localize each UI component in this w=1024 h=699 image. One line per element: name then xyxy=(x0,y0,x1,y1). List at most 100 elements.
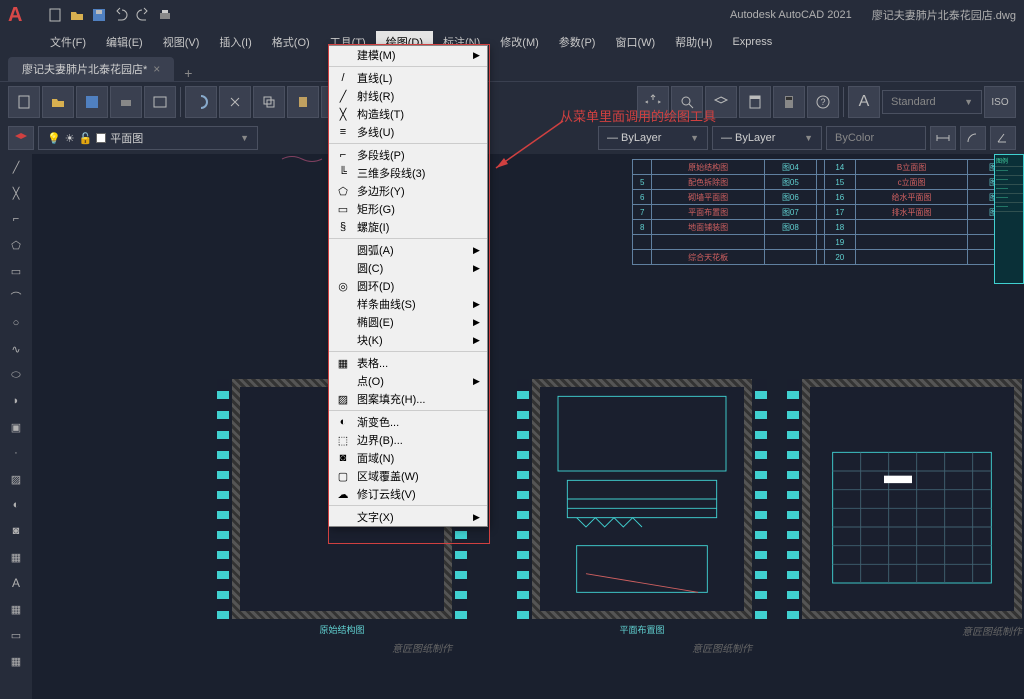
undo-icon[interactable] xyxy=(112,6,130,24)
menu-item-椭圆[interactable]: 椭圆(E)▶ xyxy=(329,313,487,331)
menu-item-边界...[interactable]: ⬚边界(B)... xyxy=(329,431,487,449)
menu-modify[interactable]: 修改(M) xyxy=(490,31,549,53)
dim-arc-button[interactable] xyxy=(960,126,986,150)
layer-select[interactable]: 💡 ☀ 🔓 平面图 ▼ xyxy=(38,126,258,150)
menu-insert[interactable]: 插入(I) xyxy=(209,31,261,53)
menu-item-构造线[interactable]: ╳构造线(T) xyxy=(329,105,487,123)
menu-item-渐变色...[interactable]: ◐渐变色... xyxy=(329,413,487,431)
ellipse-icon[interactable]: ⬭ xyxy=(0,362,32,388)
layers-button[interactable] xyxy=(705,86,737,118)
help-button[interactable]: ? xyxy=(807,86,839,118)
menu-item-直线[interactable]: /直线(L) xyxy=(329,69,487,87)
polygon-icon[interactable]: ⬠ xyxy=(0,232,32,258)
mapicon[interactable]: ▦ xyxy=(0,596,32,622)
menu-view[interactable]: 视图(V) xyxy=(153,31,210,53)
menu-item-图案填充...[interactable]: ▨图案填充(H)... xyxy=(329,390,487,408)
menu-item-表格...[interactable]: ▦表格... xyxy=(329,354,487,372)
menu-item-块[interactable]: 块(K)▶ xyxy=(329,331,487,349)
menu-window[interactable]: 窗口(W) xyxy=(605,31,665,53)
open-icon[interactable] xyxy=(68,6,86,24)
copy-button[interactable] xyxy=(253,86,285,118)
layerprops-button[interactable] xyxy=(8,126,34,150)
linetype-select[interactable]: — ByLayer▼ xyxy=(598,126,708,150)
menu-item-螺旋[interactable]: §螺旋(I) xyxy=(329,218,487,236)
menu-item-圆[interactable]: 圆(C)▶ xyxy=(329,259,487,277)
dim-angle-button[interactable] xyxy=(990,126,1016,150)
menu-icon: ⌐ xyxy=(329,149,357,161)
document-tab[interactable]: 廖记夫妻肺片北泰花园店* × xyxy=(8,57,174,81)
new-icon[interactable] xyxy=(46,6,64,24)
style-select[interactable]: Standard▼ xyxy=(882,90,982,114)
menu-format[interactable]: 格式(O) xyxy=(262,31,320,53)
pline-icon[interactable]: ⌐ xyxy=(0,206,32,232)
iso-button[interactable]: ISO xyxy=(984,86,1016,118)
zoom-button[interactable] xyxy=(671,86,703,118)
gradient-icon[interactable]: ◐ xyxy=(0,492,32,518)
menu-icon: ▨ xyxy=(329,393,357,406)
menu-file[interactable]: 文件(F) xyxy=(40,31,96,53)
menu-item-矩形[interactable]: ▭矩形(G) xyxy=(329,200,487,218)
document-tabs: 廖记夫妻肺片北泰花园店* × + xyxy=(0,54,1024,82)
region-icon[interactable]: ◙ xyxy=(0,518,32,544)
lock-icon: 🔓 xyxy=(79,132,93,145)
new-button[interactable] xyxy=(8,86,40,118)
menu-item-圆环[interactable]: ◎圆环(D) xyxy=(329,277,487,295)
properties-button[interactable] xyxy=(739,86,771,118)
menu-label: 多段线(P) xyxy=(357,147,473,163)
menu-item-三维多段线[interactable]: ╚三维多段线(3) xyxy=(329,164,487,182)
paste-button[interactable] xyxy=(287,86,319,118)
open-button[interactable] xyxy=(42,86,74,118)
menu-item-区域覆盖[interactable]: ▢区域覆盖(W) xyxy=(329,467,487,485)
plot-button[interactable] xyxy=(110,86,142,118)
save-icon[interactable] xyxy=(90,6,108,24)
circle-icon[interactable]: ○ xyxy=(0,310,32,336)
drawing-canvas[interactable]: 原始结构图图0414B立面图图0145配色拆除图图0515c立面图图0156砌墙… xyxy=(32,154,1024,699)
menu-icon: ╳ xyxy=(329,108,357,121)
save-button[interactable] xyxy=(76,86,108,118)
cut-button[interactable] xyxy=(219,86,251,118)
lineweight-select[interactable]: — ByLayer▼ xyxy=(712,126,822,150)
calc-button[interactable] xyxy=(773,86,805,118)
menu-item-圆弧[interactable]: 圆弧(A)▶ xyxy=(329,241,487,259)
menu-edit[interactable]: 编辑(E) xyxy=(96,31,153,53)
point-icon[interactable]: · xyxy=(0,440,32,466)
menu-item-修订云线[interactable]: ☁修订云线(V) xyxy=(329,485,487,503)
menu-item-多边形[interactable]: ⬠多边形(Y) xyxy=(329,182,487,200)
ellipse-arc-icon[interactable]: ◗ xyxy=(0,388,32,414)
pan-button[interactable] xyxy=(637,86,669,118)
share-button[interactable] xyxy=(185,86,217,118)
close-icon[interactable]: × xyxy=(153,62,160,76)
rect-icon[interactable]: ▭ xyxy=(0,258,32,284)
menu-help[interactable]: 帮助(H) xyxy=(665,31,722,53)
arc-icon[interactable]: ⌒ xyxy=(0,284,32,310)
menu-item-多线[interactable]: ≡多线(U) xyxy=(329,123,487,141)
menu-item-样条曲线[interactable]: 样条曲线(S)▶ xyxy=(329,295,487,313)
menu-label: 点(O) xyxy=(357,373,473,389)
menu-icon: ⬠ xyxy=(329,185,357,198)
menu-item-多段线[interactable]: ⌐多段线(P) xyxy=(329,146,487,164)
block-icon[interactable]: ▣ xyxy=(0,414,32,440)
menu-label: 样条曲线(S) xyxy=(357,296,473,312)
mtext-icon[interactable]: A xyxy=(0,570,32,596)
plot-icon[interactable] xyxy=(156,6,174,24)
menu-item-文字[interactable]: 文字(X)▶ xyxy=(329,508,487,526)
spline-icon[interactable]: ∿ xyxy=(0,336,32,362)
menu-item-射线[interactable]: ╱射线(R) xyxy=(329,87,487,105)
table-icon[interactable]: ▦ xyxy=(0,544,32,570)
color-select[interactable]: ByColor xyxy=(826,126,926,150)
grid-icon[interactable]: ▦ xyxy=(0,648,32,674)
menu-item-建模[interactable]: 建模(M)▶ xyxy=(329,46,487,64)
add-tab-button[interactable]: + xyxy=(174,65,202,81)
menu-parametric[interactable]: 参数(P) xyxy=(549,31,606,53)
annotate-button[interactable]: A xyxy=(848,86,880,118)
menu-item-点[interactable]: 点(O)▶ xyxy=(329,372,487,390)
menu-express[interactable]: Express xyxy=(722,33,782,51)
xline-icon[interactable]: ╳ xyxy=(0,180,32,206)
screen-icon[interactable]: ▭ xyxy=(0,622,32,648)
hatch-icon[interactable]: ▨ xyxy=(0,466,32,492)
line-icon[interactable]: ╱ xyxy=(0,154,32,180)
menu-item-面域[interactable]: ◙面域(N) xyxy=(329,449,487,467)
dim-linear-button[interactable] xyxy=(930,126,956,150)
plotpreview-button[interactable] xyxy=(144,86,176,118)
redo-icon[interactable] xyxy=(134,6,152,24)
